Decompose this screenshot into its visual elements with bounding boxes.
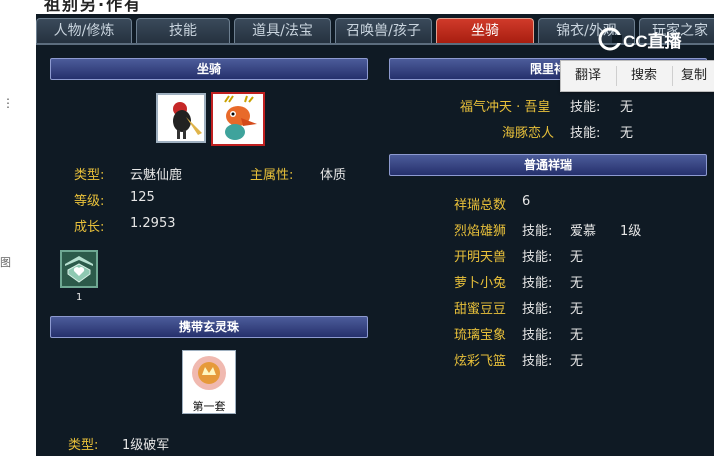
growth-value: 1.2953: [130, 216, 176, 231]
normal-item-skill-level: 1级: [620, 224, 642, 239]
tab-summons[interactable]: 召唤兽/孩子: [335, 18, 432, 43]
limited-item-skill-label: 技能:: [570, 100, 601, 115]
main-attr-label: 主属性:: [250, 168, 294, 183]
pearl-type-label: 类型:: [68, 438, 99, 453]
margin-glyph: 图: [0, 256, 11, 269]
tab-mount[interactable]: 坐骑: [436, 18, 534, 43]
normal-item-skill-label: 技能:: [522, 250, 553, 265]
cc-logo-icon: [598, 27, 622, 51]
copy-menu-item[interactable]: 复制: [673, 61, 714, 91]
pearl-icon: [192, 356, 226, 390]
normal-item-name[interactable]: 炫彩飞篮: [454, 350, 506, 369]
search-menu-item[interactable]: 搜索: [617, 61, 671, 91]
total-value: 6: [522, 194, 531, 209]
normal-item-skill-label: 技能:: [522, 354, 553, 369]
normal-item-name[interactable]: 萝卜小兔: [454, 272, 506, 291]
skill-count: 1: [76, 292, 83, 303]
pearl-section-header: 携带玄灵珠: [50, 316, 368, 338]
normal-item-name[interactable]: 琉璃宝象: [454, 324, 506, 343]
main-attr-value: 体质: [320, 168, 347, 183]
growth-label: 成长:: [74, 220, 105, 235]
mount-type-label: 类型:: [74, 168, 105, 183]
top-strip-title: 祖别另·作有: [44, 0, 143, 14]
normal-item-skill-label: 技能:: [522, 224, 553, 239]
normal-item-skill-value: 无: [570, 302, 584, 317]
stream-watermark: CC直播: [597, 26, 707, 52]
normal-item-skill-value: 无: [570, 328, 584, 343]
normal-item-skill-value: 爱慕: [570, 224, 597, 239]
top-strip: 祖别另·作有: [36, 0, 714, 14]
watermark-text: CC直播: [623, 32, 682, 51]
limited-item-skill-label: 技能:: [570, 126, 601, 141]
text-context-menu: 翻译 搜索 复制: [560, 60, 714, 92]
limited-item-skill-value: 无: [620, 100, 634, 115]
normal-item-skill-value: 无: [570, 250, 584, 265]
mount-section-header: 坐骑: [50, 58, 368, 80]
normal-item-skill-value: 无: [570, 354, 584, 369]
tab-items[interactable]: 道具/法宝: [234, 18, 331, 43]
limited-item-name[interactable]: 海豚恋人: [502, 122, 554, 141]
level-value: 125: [130, 190, 155, 205]
total-label: 祥瑞总数: [454, 198, 507, 213]
normal-item-name[interactable]: 烈焰雄狮: [454, 220, 506, 239]
level-label: 等级:: [74, 194, 105, 209]
mount-type-value: 云魅仙鹿: [130, 168, 183, 183]
normal-item-skill-label: 技能:: [522, 328, 553, 343]
mount-avatar-crane[interactable]: [156, 93, 206, 143]
normal-item-name[interactable]: 开明天兽: [454, 246, 506, 265]
pearl-set-label: 第一套: [192, 400, 226, 413]
tab-skills[interactable]: 技能: [136, 18, 230, 43]
heart-shield-icon: [65, 256, 93, 283]
menu-dots-icon[interactable]: ⋮: [2, 96, 14, 110]
mount-avatar-deer[interactable]: [211, 92, 265, 146]
normal-item-skill-label: 技能:: [522, 302, 553, 317]
pearl-type-value: 1级破军: [122, 438, 170, 453]
translate-menu-item[interactable]: 翻译: [561, 61, 615, 91]
limited-item-name[interactable]: 福气冲天 · 吾皇: [460, 96, 550, 115]
host-window-margin: ⋮ 图: [0, 0, 36, 456]
deer-icon: [213, 94, 263, 144]
crane-icon: [158, 95, 204, 141]
pearl-slot[interactable]: 第一套: [182, 350, 236, 414]
normal-item-skill-value: 无: [570, 276, 584, 291]
tab-character[interactable]: 人物/修炼: [36, 18, 132, 43]
mount-skill-slot[interactable]: [60, 250, 98, 288]
normal-item-skill-label: 技能:: [522, 276, 553, 291]
normal-section-header: 普通祥瑞: [389, 154, 707, 176]
normal-item-name[interactable]: 甜蜜豆豆: [454, 298, 506, 317]
limited-item-skill-value: 无: [620, 126, 634, 141]
